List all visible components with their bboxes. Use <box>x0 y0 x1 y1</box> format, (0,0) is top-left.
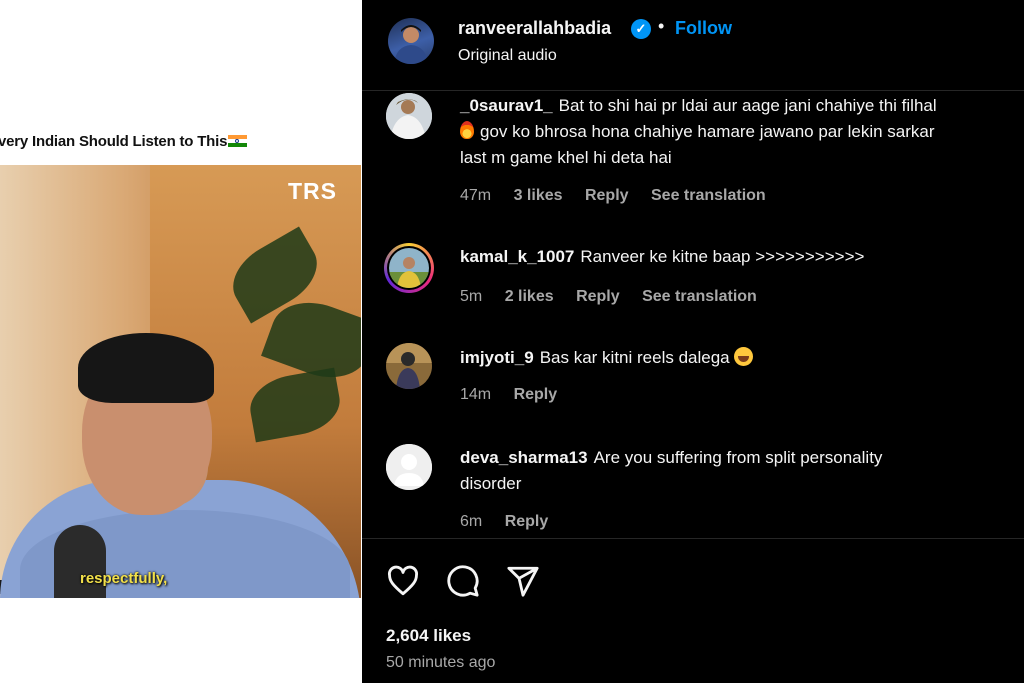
laughing-emoji-icon <box>733 347 753 366</box>
reply-button[interactable]: Reply <box>514 386 558 403</box>
follow-button[interactable]: Follow <box>675 18 732 39</box>
comment-time: 14m <box>460 386 492 403</box>
comment-username[interactable]: deva_sharma13 <box>460 448 588 467</box>
comment-item: kamal_k_1007 Ranveer ke kitne baap >>>>>>… <box>362 240 1024 320</box>
post-panel: ranveerallahbadia ✓ • Follow Original au… <box>362 0 1024 683</box>
comment-text: Bat to shi hai pr ldai aur aage jani cha… <box>558 96 937 115</box>
comment-avatar[interactable] <box>386 444 432 490</box>
trs-watermark: TRS <box>288 178 337 204</box>
reply-button[interactable]: Reply <box>576 288 620 305</box>
share-icon[interactable] <box>506 564 540 598</box>
comment-username[interactable]: kamal_k_1007 <box>460 247 574 266</box>
comment-text-line2: gov ko bhrosa hona chahiye hamare jawano… <box>480 122 935 141</box>
verified-icon: ✓ <box>631 19 651 39</box>
india-flag-icon <box>228 135 248 147</box>
speaker-hair <box>78 333 214 403</box>
comment-time: 5m <box>460 288 483 305</box>
video-caption: respectfully, <box>80 570 168 587</box>
default-avatar-icon <box>386 444 432 490</box>
commenter-avatar-image <box>386 343 432 389</box>
comment-meta: 5m 2 likes Reply See translation <box>460 288 775 306</box>
comment-text: Bas kar kitni reels dalega <box>539 348 730 367</box>
fire-emoji-icon <box>460 121 474 139</box>
owner-avatar-image <box>394 25 428 64</box>
comment-item: deva_sharma13 Are you suffering from spli… <box>362 444 1024 534</box>
likes-count[interactable]: 2,604 likes <box>386 626 471 646</box>
comment-text: Ranveer ke kitne baap >>>>>>>>>>> <box>580 247 865 266</box>
see-translation-button[interactable]: See translation <box>651 187 766 204</box>
comment-avatar[interactable] <box>386 343 432 389</box>
see-translation-button[interactable]: See translation <box>642 288 757 305</box>
comment-icon[interactable] <box>446 564 480 598</box>
comment-text-line3: last m game khel hi deta hai <box>460 148 672 167</box>
comment-likes[interactable]: 3 likes <box>514 187 563 204</box>
header-separator: • <box>658 16 665 36</box>
comment-meta: 6m Reply <box>460 513 566 531</box>
comment-item: imjyoti_9 Bas kar kitni reels dalega 14m … <box>362 343 1024 413</box>
post-actions: 2,604 likes 50 minutes ago <box>362 538 1024 683</box>
comment-text-line2: disorder <box>460 474 522 493</box>
comment-likes[interactable]: 2 likes <box>505 288 554 305</box>
owner-username[interactable]: ranveerallahbadia <box>458 18 611 39</box>
reel-title-text: very Indian Should Listen to This <box>0 133 228 150</box>
comment-avatar[interactable] <box>386 93 432 139</box>
commenter-avatar-image <box>386 93 432 139</box>
comment-avatar-story-ring[interactable] <box>384 243 434 293</box>
microphone <box>54 525 106 598</box>
comment-time: 6m <box>460 513 483 530</box>
heart-icon[interactable] <box>386 564 420 598</box>
comment-username[interactable]: imjyoti_9 <box>460 348 534 367</box>
commenter-avatar-image <box>389 248 429 288</box>
comment-username[interactable]: _0saurav1_ <box>460 96 553 115</box>
comment-meta: 47m 3 likes Reply See translation <box>460 187 784 205</box>
post-header: ranveerallahbadia ✓ • Follow Original au… <box>362 0 1024 91</box>
reel-title: very Indian Should Listen to This <box>0 133 248 150</box>
comment-meta: 14m Reply <box>460 386 575 404</box>
comment-time: 47m <box>460 187 492 204</box>
owner-avatar[interactable] <box>388 18 434 64</box>
reel-panel: very Indian Should Listen to This TRS re… <box>0 0 362 683</box>
reply-button[interactable]: Reply <box>585 187 629 204</box>
comment-item: _0saurav1_ Bat to shi hai pr ldai aur aag… <box>362 93 1024 213</box>
comment-text: Are you suffering from split personality <box>593 448 883 467</box>
reply-button[interactable]: Reply <box>505 513 549 530</box>
audio-label[interactable]: Original audio <box>458 47 557 65</box>
post-timestamp: 50 minutes ago <box>386 654 496 671</box>
reel-video[interactable] <box>0 165 361 598</box>
